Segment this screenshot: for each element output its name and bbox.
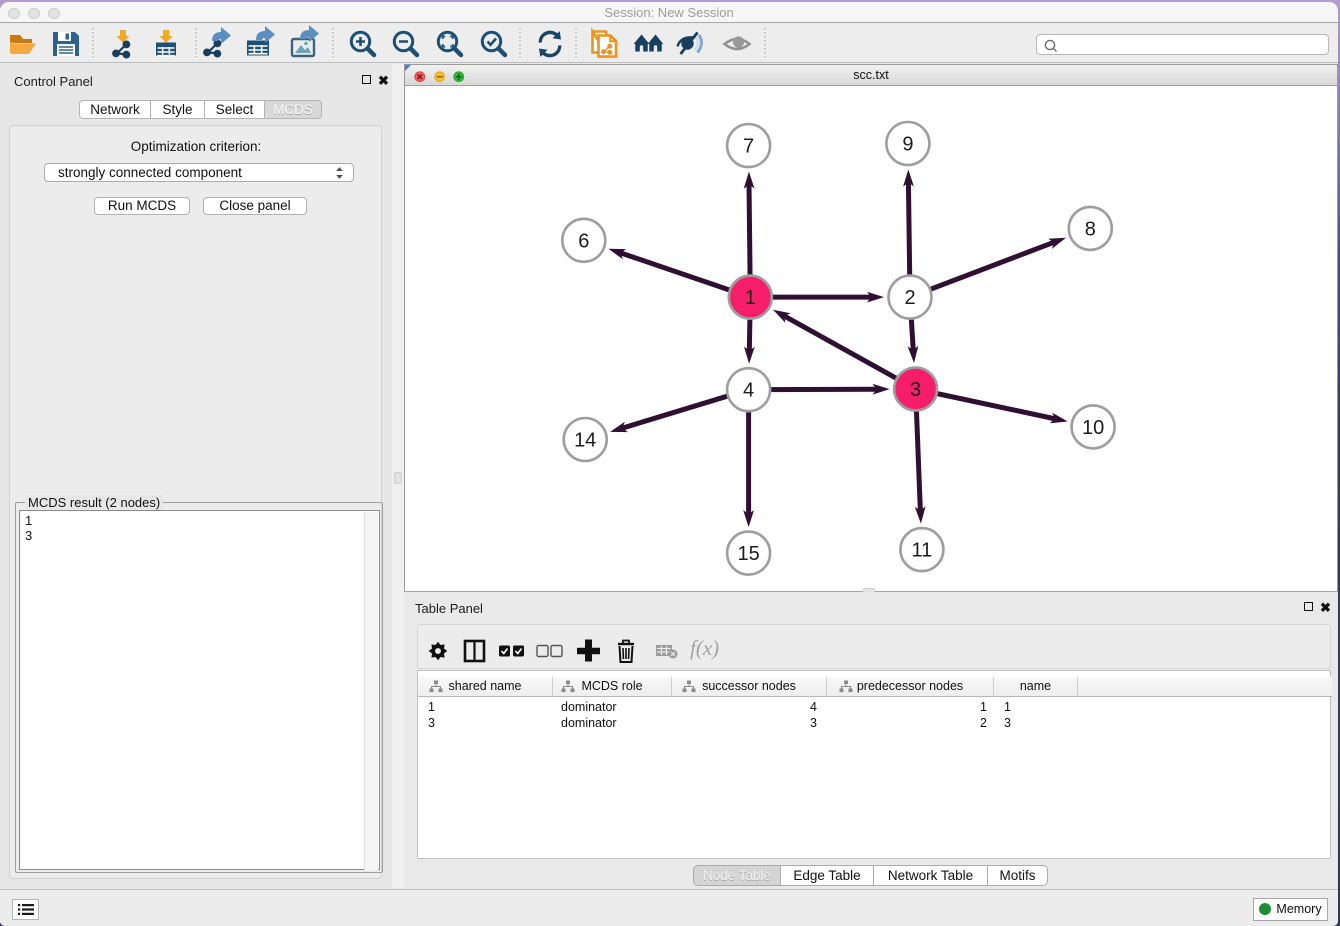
svg-text:10: 10 [1082, 417, 1104, 439]
svg-text:6: 6 [578, 230, 589, 252]
svg-text:9: 9 [902, 134, 913, 156]
svg-text:1: 1 [745, 287, 756, 309]
svg-text:7: 7 [743, 136, 754, 158]
svg-text:14: 14 [574, 430, 596, 452]
svg-text:15: 15 [737, 543, 759, 565]
svg-text:4: 4 [743, 380, 754, 402]
svg-text:3: 3 [910, 379, 921, 401]
svg-text:11: 11 [912, 540, 933, 562]
svg-text:2: 2 [904, 287, 915, 309]
svg-text:8: 8 [1085, 218, 1096, 240]
